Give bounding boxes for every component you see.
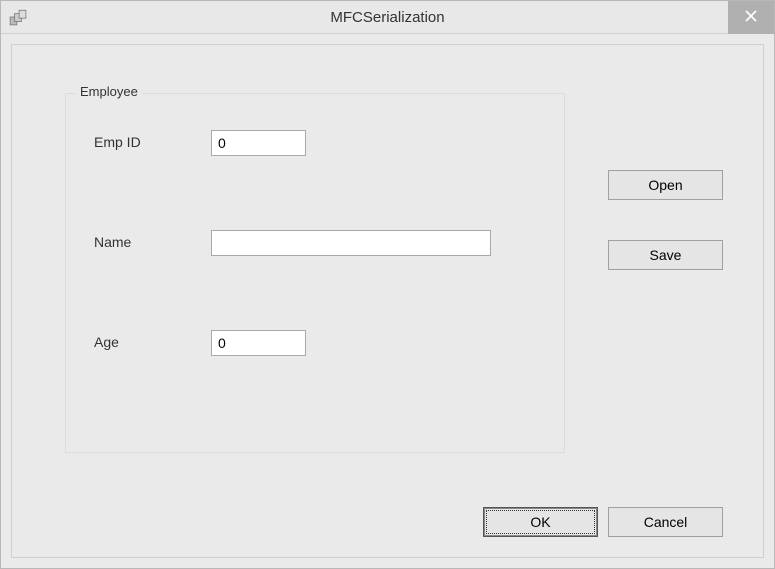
age-label: Age [94,334,119,350]
dialog-window: MFCSerialization Employee Emp ID Name Ag… [0,0,775,569]
client-area: Employee Emp ID Name Age Open Save OK Ca… [1,34,774,568]
open-button[interactable]: Open [608,170,723,200]
window-title: MFCSerialization [1,9,774,26]
close-button[interactable] [728,1,774,34]
close-icon [745,10,757,25]
age-input[interactable] [211,330,306,356]
cancel-button[interactable]: Cancel [608,507,723,537]
save-button[interactable]: Save [608,240,723,270]
employee-groupbox: Employee Emp ID Name Age [65,93,565,453]
app-icon [9,8,27,26]
ok-button[interactable]: OK [483,507,598,537]
empid-label: Emp ID [94,134,141,150]
groupbox-title: Employee [76,84,142,99]
titlebar: MFCSerialization [1,1,774,34]
name-input[interactable] [211,230,491,256]
name-label: Name [94,234,131,250]
dialog-panel: Employee Emp ID Name Age Open Save OK Ca… [11,44,764,558]
empid-input[interactable] [211,130,306,156]
